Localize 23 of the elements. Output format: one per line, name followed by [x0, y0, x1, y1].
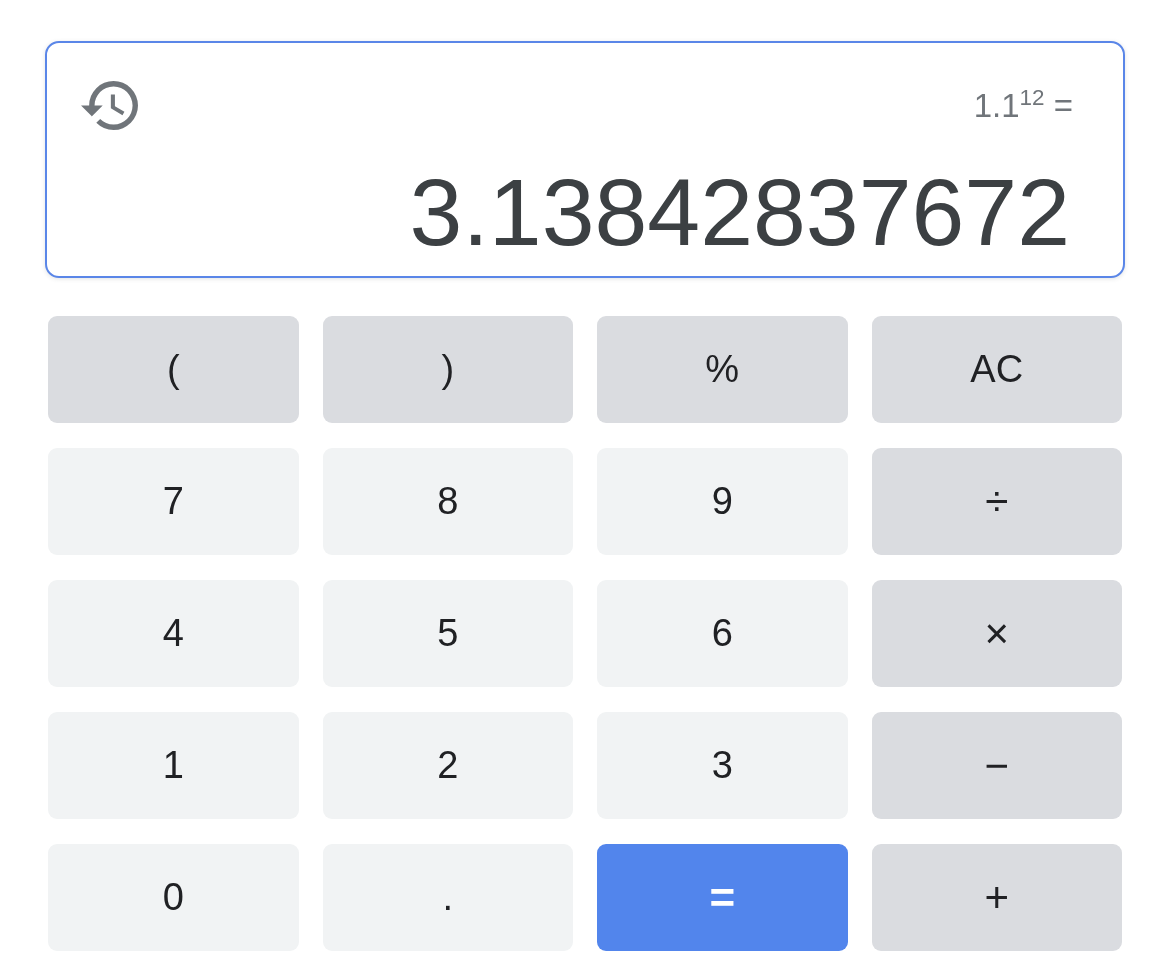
expression-text: 1.1$^{12}$ =	[973, 85, 1073, 126]
result-text: 3.13842837672	[408, 165, 1071, 260]
function-key[interactable]: AC	[871, 316, 1122, 423]
operator-key[interactable]: −	[871, 712, 1122, 819]
digit-key[interactable]: 4	[48, 580, 299, 687]
digit-key[interactable]: 0	[48, 844, 299, 951]
operator-key[interactable]: ×	[871, 580, 1122, 687]
history-icon[interactable]	[81, 81, 138, 130]
operator-key[interactable]: ÷	[871, 448, 1122, 555]
function-key[interactable]: )	[322, 316, 573, 423]
digit-key[interactable]: 3	[597, 712, 848, 819]
digit-key[interactable]: 7	[48, 448, 299, 555]
digit-key[interactable]: 8	[322, 448, 573, 555]
digit-key[interactable]: 2	[322, 712, 573, 819]
digit-key[interactable]: 5	[322, 580, 573, 687]
digit-key[interactable]: 9	[597, 448, 848, 555]
function-key[interactable]: %	[597, 316, 848, 423]
function-key[interactable]: (	[48, 316, 299, 423]
digit-key[interactable]: .	[322, 844, 573, 951]
digit-key[interactable]: 1	[48, 712, 299, 819]
operator-key[interactable]: +	[871, 844, 1122, 951]
equals-key[interactable]: =	[597, 844, 848, 951]
digit-key[interactable]: 6	[597, 580, 848, 687]
